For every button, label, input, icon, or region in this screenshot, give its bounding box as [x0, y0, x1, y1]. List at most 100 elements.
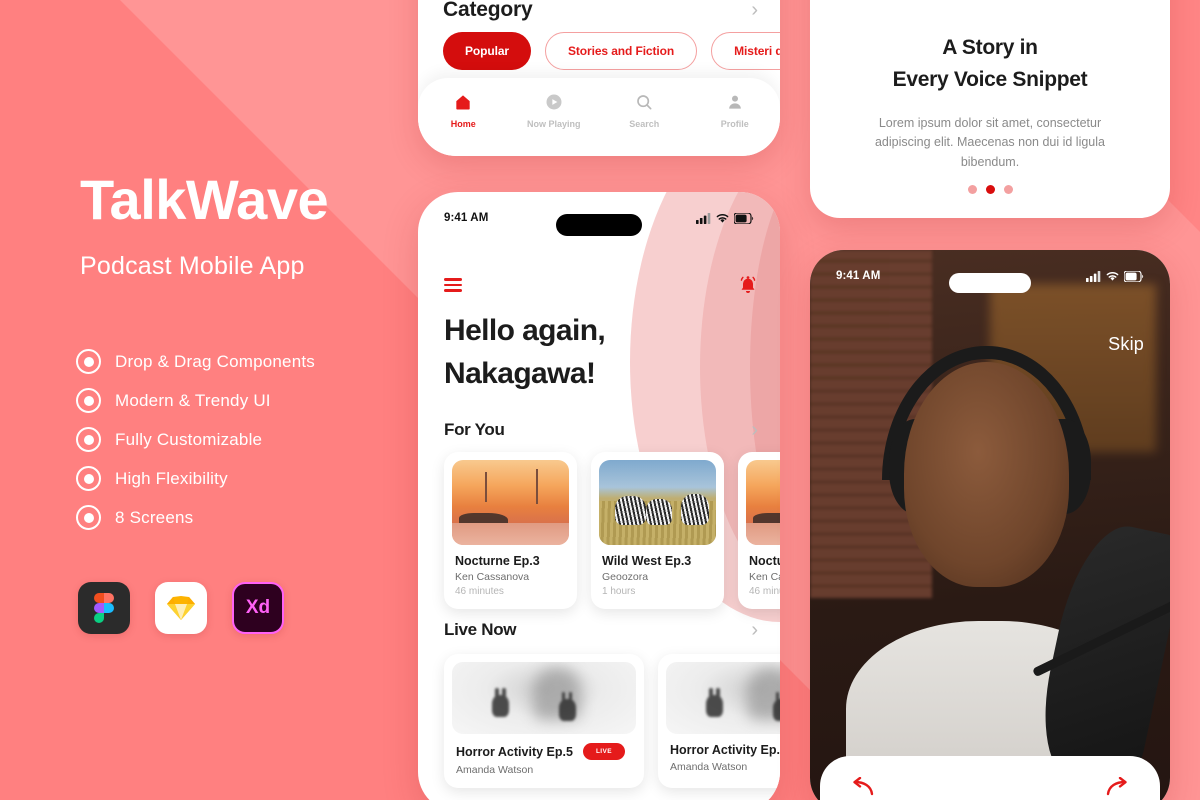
- podcast-card[interactable]: Nocturne Ep.3 Ken Cassanova 46 minutes: [444, 452, 577, 609]
- feature-label: Modern & Trendy UI: [115, 390, 271, 410]
- live-author: Amanda Watson: [456, 764, 534, 776]
- person-icon: [728, 95, 741, 109]
- category-chip-row: Popular Stories and Fiction Misteri dan …: [443, 32, 780, 70]
- chevron-right-icon[interactable]: ›: [751, 420, 758, 440]
- pagination-dot-active[interactable]: [985, 185, 995, 194]
- status-time: 9:41 AM: [444, 212, 489, 224]
- signal-icon: [1086, 270, 1101, 282]
- chevron-right-icon[interactable]: ›: [751, 0, 758, 20]
- nav-item-profile[interactable]: Profile: [690, 92, 781, 129]
- live-artwork: [452, 662, 636, 734]
- chevron-right-icon[interactable]: ›: [751, 620, 758, 640]
- section-title: For You: [444, 420, 505, 439]
- radio-filled-icon: [76, 388, 101, 413]
- feature-list: Drop & Drag Components Modern & Trendy U…: [76, 342, 315, 537]
- signal-icon: [696, 212, 711, 224]
- podcast-duration: 46 minutes: [455, 586, 504, 597]
- live-title: Horror Activity Ep.5: [456, 744, 573, 759]
- photo-background: [810, 250, 1170, 800]
- pagination-dot[interactable]: [967, 185, 977, 194]
- live-card[interactable]: Horror Activity Ep.6 Amanda Watson: [658, 654, 780, 788]
- nav-item-now-playing[interactable]: Now Playing: [509, 92, 600, 129]
- feature-label: 8 Screens: [115, 507, 194, 527]
- bell-icon[interactable]: [738, 274, 758, 296]
- hamburger-menu-icon[interactable]: [444, 278, 462, 292]
- radio-filled-icon: [76, 505, 101, 530]
- arrow-back-icon[interactable]: [850, 777, 876, 797]
- onboarding-title: A Story in Every Voice Snippet: [810, 32, 1170, 95]
- status-bar: 9:41 AM: [810, 250, 1170, 302]
- live-artwork: [666, 662, 780, 734]
- bottom-sheet: [820, 756, 1160, 800]
- for-you-card-row: Nocturne Ep.3 Ken Cassanova 46 minutes W…: [444, 452, 780, 609]
- dynamic-island: [949, 273, 1031, 293]
- list-item: 8 Screens: [76, 498, 315, 537]
- podcast-title: Nocturne Ep.3: [455, 554, 540, 568]
- xd-logo-icon: Xd: [232, 582, 284, 634]
- bottom-navigation: Home Now Playing Search Profile: [418, 78, 780, 156]
- section-title: Live Now: [444, 620, 517, 639]
- list-item: Modern & Trendy UI: [76, 381, 315, 420]
- podcast-author: Ken Cassanova: [749, 571, 780, 583]
- promo-panel: TalkWave Podcast Mobile App Drop & Drag …: [0, 0, 418, 800]
- podcast-author: Geoozora: [602, 571, 649, 583]
- chip-popular[interactable]: Popular: [443, 32, 531, 70]
- dynamic-island: [556, 214, 642, 236]
- sketch-logo-icon: [155, 582, 207, 634]
- home-topbar: [444, 274, 758, 296]
- page-title: TalkWave: [80, 168, 329, 231]
- feature-label: Drop & Drag Components: [115, 351, 315, 371]
- battery-icon: [1124, 270, 1144, 282]
- chip-label: Popular: [465, 44, 509, 58]
- greeting-line-1: Hello again,: [444, 314, 606, 347]
- live-card[interactable]: Horror Activity Ep.5 LIVE Amanda Watson: [444, 654, 644, 788]
- onboarding-title-line-1: A Story in: [942, 36, 1038, 59]
- podcast-duration: 46 minutes: [749, 586, 780, 597]
- chip-label: Misteri dan Kejahatan: [734, 44, 780, 58]
- section-title: Category: [443, 0, 533, 21]
- section-header-live-now: Live Now ›: [444, 620, 758, 640]
- feature-label: High Flexibility: [115, 468, 228, 488]
- nav-item-home[interactable]: Home: [418, 92, 509, 129]
- chip-stories-and-fiction[interactable]: Stories and Fiction: [544, 32, 698, 70]
- feature-label: Fully Customizable: [115, 429, 263, 449]
- pagination-dots: [810, 185, 1170, 194]
- greeting-line-2: Nakagawa!: [444, 356, 596, 390]
- page-subtitle: Podcast Mobile App: [80, 252, 305, 280]
- radio-filled-icon: [76, 466, 101, 491]
- search-icon: [637, 95, 652, 110]
- podcast-card[interactable]: Wild West Ep.3 Geoozora 1 hours: [591, 452, 724, 609]
- nav-label: Home: [450, 119, 476, 129]
- live-title: Horror Activity Ep.6: [670, 743, 780, 757]
- status-time: 9:41 AM: [836, 270, 881, 282]
- status-badge: LIVE: [582, 743, 625, 760]
- nav-label: Search: [629, 119, 660, 129]
- podcast-artwork: [599, 460, 716, 545]
- photo-onboarding-screen: 9:41 AM Skip: [810, 250, 1170, 800]
- onboarding-title-line-2: Every Voice Snippet: [892, 67, 1088, 91]
- live-now-card-row: Horror Activity Ep.5 LIVE Amanda Watson …: [444, 654, 780, 788]
- category-screen: Category › Popular Stories and Fiction M…: [418, 0, 780, 156]
- arrow-forward-icon[interactable]: [1104, 777, 1130, 797]
- list-item: Fully Customizable: [76, 420, 315, 459]
- battery-icon: [734, 212, 754, 224]
- radio-filled-icon: [76, 427, 101, 452]
- radio-filled-icon: [76, 349, 101, 374]
- nav-item-search[interactable]: Search: [599, 92, 690, 129]
- xd-label: Xd: [245, 597, 271, 618]
- onboarding-card: A Story in Every Voice Snippet Lorem ips…: [810, 0, 1170, 218]
- podcast-duration: 1 hours: [602, 586, 636, 597]
- podcast-author: Ken Cassanova: [455, 571, 530, 583]
- podcast-title: Nocturne Ep.3: [749, 554, 780, 568]
- play-circle-icon: [546, 94, 562, 110]
- status-bar: 9:41 AM: [418, 192, 780, 244]
- list-item: Drop & Drag Components: [76, 342, 315, 381]
- podcast-card[interactable]: Nocturne Ep.3 Ken Cassanova 46 minutes: [738, 452, 780, 609]
- pagination-dot[interactable]: [1003, 185, 1013, 194]
- wifi-icon: [1106, 271, 1119, 281]
- chip-misteri-dan-kejahatan[interactable]: Misteri dan Kejahatan: [711, 32, 780, 70]
- live-author: Amanda Watson: [670, 761, 748, 773]
- skip-button[interactable]: Skip: [1108, 334, 1144, 355]
- chip-label: Stories and Fiction: [567, 44, 675, 58]
- podcast-artwork: [746, 460, 780, 545]
